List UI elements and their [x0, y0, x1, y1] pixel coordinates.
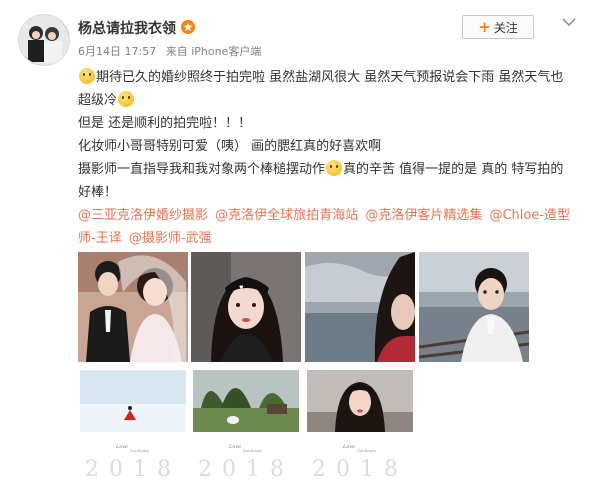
- post-line: 但是 还是顺利的拍完啦！！！: [78, 116, 252, 131]
- mention-link[interactable]: @克洛伊全球旅拍青海站: [215, 208, 358, 223]
- photo-thumbnail[interactable]: Love Soulmate 2018: [305, 368, 415, 478]
- username[interactable]: 杨总请拉我衣领: [78, 18, 176, 38]
- post-source: 来自 iPhone客户端: [165, 45, 262, 58]
- svg-text:Love: Love: [115, 444, 128, 450]
- svg-text:Love: Love: [342, 444, 355, 450]
- mention-link[interactable]: @三亚克洛伊婚纱摄影: [78, 208, 208, 223]
- mentions: @三亚克洛伊婚纱摄影 @克洛伊全球旅拍青海站 @克洛伊客片精选集 @Chloe-…: [78, 204, 576, 250]
- post-line: 期待已久的婚纱照终于拍完啦 虽然盐湖风很大 虽然天气预报说会下雨 虽然天气也超级…: [78, 68, 564, 108]
- mention-link[interactable]: @克洛伊客片精选集: [365, 208, 482, 223]
- photo-thumbnail[interactable]: ♥: [191, 252, 301, 362]
- svg-text:Soulmate: Soulmate: [130, 448, 150, 453]
- year-watermark: 2018: [312, 457, 408, 478]
- photo-thumbnail[interactable]: [78, 252, 188, 362]
- photo-thumbnail[interactable]: Love Soulmate 2018: [78, 368, 188, 478]
- post-line: 化妆师小哥哥特别可爱（咦） 画的腮红真的好喜欢啊: [78, 139, 382, 154]
- photo-thumbnail[interactable]: [305, 252, 415, 362]
- avatar[interactable]: [18, 14, 70, 66]
- follow-button-label: 关注: [493, 20, 518, 35]
- post-meta: 6月14日 17:57 来自 iPhone客户端: [78, 43, 267, 59]
- post-timestamp[interactable]: 6月14日 17:57: [78, 45, 156, 58]
- photo-thumbnail[interactable]: Love Soulmate 2018: [191, 368, 301, 478]
- year-watermark: 2018: [198, 457, 294, 478]
- svg-text:♥: ♥: [239, 285, 244, 291]
- year-watermark: 2018: [85, 457, 181, 478]
- weibo-post-card: 杨总请拉我衣领 6月14日 17:57 来自 iPhone客户端 + 关注 期待…: [0, 0, 590, 482]
- vip-star-icon: [181, 20, 195, 34]
- emoji-icon: [118, 91, 135, 107]
- emoji-icon: [79, 68, 95, 84]
- photo-thumbnail[interactable]: [419, 252, 529, 362]
- post-body: 期待已久的婚纱照终于拍完啦 虽然盐湖风很大 虽然天气预报说会下雨 虽然天气也超级…: [78, 66, 576, 250]
- mention-link[interactable]: @摄影师-武强: [129, 231, 212, 246]
- post-line: 摄影师一直指导我和我对象两个棒槌摆动作 真的辛苦 值得一提的是 真的 特写拍的好棒…: [78, 160, 564, 200]
- svg-text:Love: Love: [228, 444, 241, 450]
- emoji-icon: [326, 160, 343, 176]
- svg-text:Soulmate: Soulmate: [357, 448, 377, 453]
- chevron-down-icon[interactable]: [562, 16, 576, 28]
- svg-text:Soulmate: Soulmate: [243, 448, 263, 453]
- plus-icon: +: [478, 17, 491, 36]
- follow-button[interactable]: + 关注: [462, 15, 534, 39]
